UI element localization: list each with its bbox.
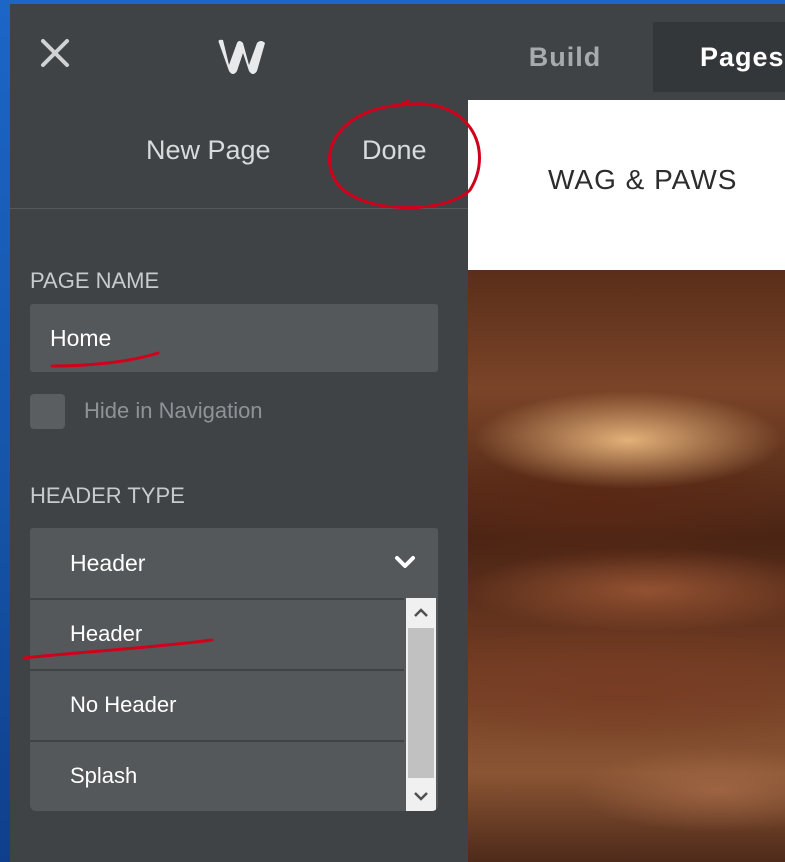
scroll-down-arrow-icon[interactable]	[406, 781, 436, 811]
header-type-select[interactable]: Header	[30, 528, 438, 598]
header-type-dropdown-list: Header No Header Splash	[30, 598, 438, 811]
option-label: Splash	[70, 763, 138, 788]
page-name-value: Home	[50, 324, 112, 351]
new-page-button[interactable]: New Page	[146, 135, 271, 166]
dropdown-scrollbar[interactable]	[406, 598, 436, 811]
sidebar-header: New Page Done	[10, 100, 468, 209]
header-type-option-header[interactable]: Header	[30, 598, 404, 668]
hero-image	[468, 270, 785, 862]
site-preview: WAG & PAWS	[468, 100, 785, 862]
page-name-label: PAGE NAME	[30, 268, 160, 293]
header-type-option-splash[interactable]: Splash	[30, 740, 404, 810]
tab-pages[interactable]: Pages	[653, 22, 785, 92]
top-toolbar: Build Pages	[10, 4, 785, 100]
tab-build[interactable]: Build	[490, 24, 640, 90]
chevron-down-icon	[395, 556, 415, 568]
scrollbar-thumb[interactable]	[408, 628, 434, 778]
done-button[interactable]: Done	[362, 135, 427, 166]
header-type-selected-value: Header	[70, 550, 146, 576]
page-name-input[interactable]: Home	[30, 304, 438, 372]
weebly-logo-icon[interactable]	[215, 37, 271, 77]
hide-in-navigation-label: Hide in Navigation	[84, 398, 263, 423]
page-settings-sidebar: New Page Done PAGE NAME Home Hide in Nav…	[10, 100, 468, 862]
hide-in-navigation-checkbox[interactable]	[30, 394, 65, 429]
close-icon[interactable]	[37, 31, 77, 71]
header-type-option-no-header[interactable]: No Header	[30, 669, 404, 739]
option-label: No Header	[70, 692, 177, 717]
site-title[interactable]: WAG & PAWS	[548, 164, 737, 196]
header-type-label: HEADER TYPE	[30, 483, 185, 508]
option-label: Header	[70, 621, 143, 646]
scroll-up-arrow-icon[interactable]	[406, 598, 436, 628]
